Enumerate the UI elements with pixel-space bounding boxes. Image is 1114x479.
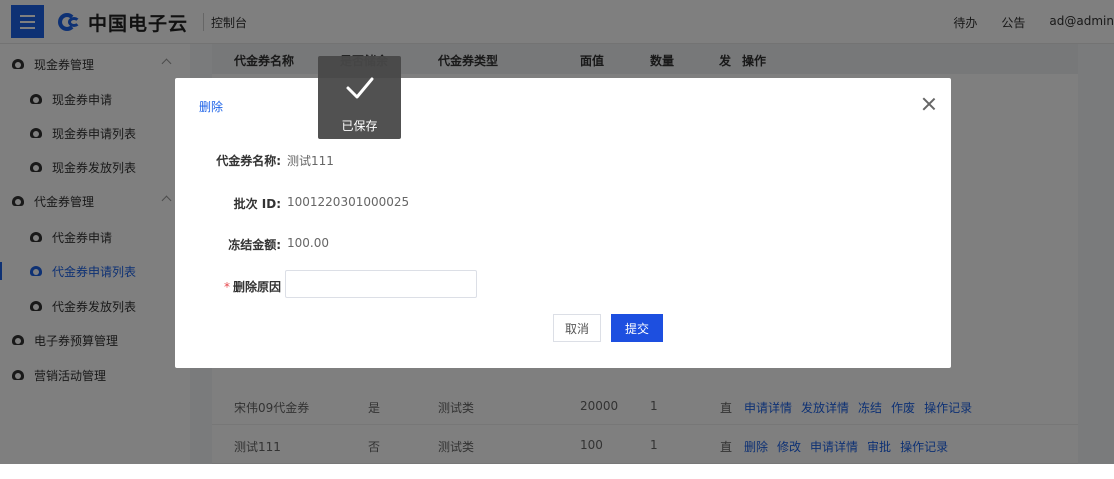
- field-value: 100.00: [287, 236, 329, 250]
- checkmark-icon: [346, 77, 374, 99]
- delete-reason-input[interactable]: [285, 270, 477, 298]
- field-batch-id: 批次 ID: 1001220301000025: [175, 195, 951, 215]
- delete-dialog: 删除 代金券名称: 测试111 批次 ID: 1001220301000025 …: [175, 78, 951, 368]
- saved-toast: 已保存: [318, 56, 401, 139]
- reason-label-text: 删除原因: [232, 280, 281, 294]
- page-bottom-strip: [0, 464, 1114, 479]
- required-mark: *: [223, 280, 230, 294]
- field-label: 代金券名称:: [216, 154, 281, 168]
- field-label: * 删除原因: [175, 278, 281, 295]
- close-icon[interactable]: [921, 96, 937, 112]
- field-value: 1001220301000025: [287, 195, 410, 209]
- field-label: 冻结金额:: [228, 238, 281, 252]
- dialog-title: 删除: [199, 100, 224, 114]
- field-value: 测试111: [287, 154, 334, 168]
- field-voucher-name: 代金券名称: 测试111: [175, 152, 951, 172]
- toast-text: 已保存: [341, 119, 378, 133]
- field-label: 批次 ID:: [233, 197, 281, 211]
- cancel-button[interactable]: 取消: [553, 314, 601, 342]
- submit-button[interactable]: 提交: [611, 314, 663, 342]
- field-frozen-amount: 冻结金额: 100.00: [175, 236, 951, 256]
